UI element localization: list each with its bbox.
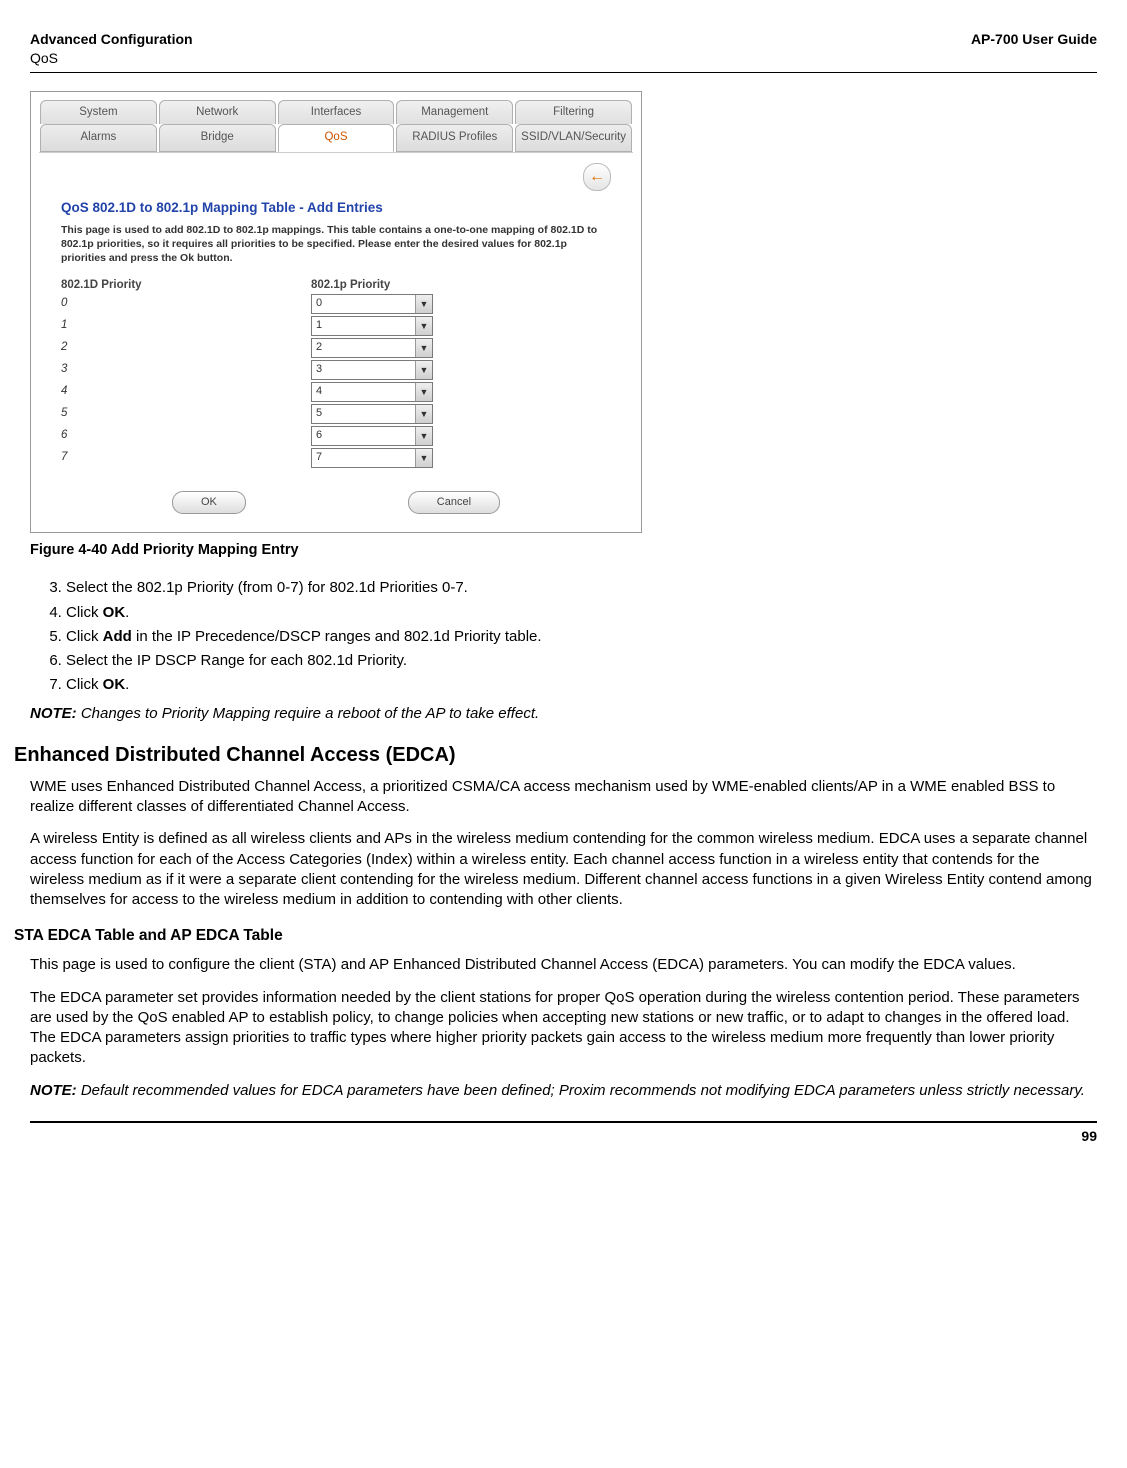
page-header: Advanced Configuration QoS AP-700 User G… xyxy=(30,30,1097,73)
table-row: 5 5▼ xyxy=(31,403,641,425)
priority-1d-label: 2 xyxy=(61,340,311,356)
figure-caption: Figure 4-40 Add Priority Mapping Entry xyxy=(30,541,1097,561)
priority-1d-label: 5 xyxy=(61,406,311,422)
note-label: NOTE: xyxy=(30,1082,77,1099)
select-value: 2 xyxy=(312,339,415,357)
priority-1d-label: 1 xyxy=(61,318,311,334)
note-label: NOTE: xyxy=(30,705,77,722)
note-1: NOTE: Changes to Priority Mapping requir… xyxy=(30,704,1097,724)
edca-paragraph-1: WME uses Enhanced Distributed Channel Ac… xyxy=(30,777,1097,818)
step-4: Click OK. xyxy=(66,601,1097,625)
step-bold: OK xyxy=(103,604,126,621)
tab-radius-profiles[interactable]: RADIUS Profiles xyxy=(396,124,513,152)
priority-1d-label: 6 xyxy=(61,428,311,444)
tabs-secondary: Alarms Bridge QoS RADIUS Profiles SSID/V… xyxy=(39,124,633,153)
step-text: Click xyxy=(66,676,103,693)
tab-filtering[interactable]: Filtering xyxy=(515,100,632,125)
select-value: 4 xyxy=(312,383,415,401)
subsection-sta-title: STA EDCA Table and AP EDCA Table xyxy=(14,926,1097,947)
col-802-1p: 802.1p Priority xyxy=(311,278,511,294)
col-802-1d: 802.1D Priority xyxy=(61,278,311,294)
table-row: 3 3▼ xyxy=(31,359,641,381)
select-value: 7 xyxy=(312,449,415,467)
priority-1p-select-2[interactable]: 2▼ xyxy=(311,338,433,358)
tab-qos[interactable]: QoS xyxy=(278,124,395,152)
note-2: NOTE: Default recommended values for EDC… xyxy=(30,1081,1097,1101)
step-text: Click xyxy=(66,628,103,645)
step-bold: Add xyxy=(103,628,132,645)
select-value: 5 xyxy=(312,405,415,423)
tab-system[interactable]: System xyxy=(40,100,157,125)
table-row: 2 2▼ xyxy=(31,337,641,359)
cancel-button[interactable]: Cancel xyxy=(408,491,500,514)
table-row: 1 1▼ xyxy=(31,315,641,337)
page-number: 99 xyxy=(30,1121,1097,1146)
tab-interfaces[interactable]: Interfaces xyxy=(278,100,395,125)
chevron-down-icon: ▼ xyxy=(415,361,432,379)
priority-1p-select-5[interactable]: 5▼ xyxy=(311,404,433,424)
table-row: 4 4▼ xyxy=(31,381,641,403)
panel-description: This page is used to add 802.1D to 802.1… xyxy=(31,223,641,278)
priority-1p-select-0[interactable]: 0▼ xyxy=(311,294,433,314)
section-edca-title: Enhanced Distributed Channel Access (EDC… xyxy=(14,742,1097,769)
priority-1p-select-1[interactable]: 1▼ xyxy=(311,316,433,336)
priority-1p-select-6[interactable]: 6▼ xyxy=(311,426,433,446)
header-guide: AP-700 User Guide xyxy=(971,30,1097,68)
back-row: ← xyxy=(31,153,641,195)
tab-bridge[interactable]: Bridge xyxy=(159,124,276,152)
header-left: Advanced Configuration QoS xyxy=(30,30,193,68)
edca-paragraph-2: A wireless Entity is defined as all wire… xyxy=(30,829,1097,910)
instruction-steps: Select the 802.1p Priority (from 0-7) fo… xyxy=(48,576,1097,697)
embedded-screenshot: System Network Interfaces Management Fil… xyxy=(30,91,642,533)
chevron-down-icon: ▼ xyxy=(415,317,432,335)
back-icon[interactable]: ← xyxy=(583,163,611,191)
select-value: 3 xyxy=(312,361,415,379)
ok-button[interactable]: OK xyxy=(172,491,246,514)
table-row: 7 7▼ xyxy=(31,447,641,469)
step-6: Select the IP DSCP Range for each 802.1d… xyxy=(66,649,1097,673)
priority-1d-label: 3 xyxy=(61,362,311,378)
chevron-down-icon: ▼ xyxy=(415,449,432,467)
tabs-primary: System Network Interfaces Management Fil… xyxy=(39,100,633,125)
note-text: Default recommended values for EDCA para… xyxy=(81,1082,1085,1099)
step-5: Click Add in the IP Precedence/DSCP rang… xyxy=(66,625,1097,649)
tab-ssid-vlan-security[interactable]: SSID/VLAN/Security xyxy=(515,124,632,152)
select-value: 1 xyxy=(312,317,415,335)
tab-network[interactable]: Network xyxy=(159,100,276,125)
step-7: Click OK. xyxy=(66,673,1097,697)
priority-1p-select-4[interactable]: 4▼ xyxy=(311,382,433,402)
select-value: 0 xyxy=(312,295,415,313)
sta-paragraph-1: This page is used to configure the clien… xyxy=(30,955,1097,975)
priority-1p-select-7[interactable]: 7▼ xyxy=(311,448,433,468)
step-3: Select the 802.1p Priority (from 0-7) fo… xyxy=(66,576,1097,600)
table-row: 6 6▼ xyxy=(31,425,641,447)
priority-1d-label: 7 xyxy=(61,450,311,466)
priority-table-header: 802.1D Priority 802.1p Priority xyxy=(31,278,641,294)
priority-1d-label: 0 xyxy=(61,296,311,312)
note-text: Changes to Priority Mapping require a re… xyxy=(81,705,539,722)
panel-title: QoS 802.1D to 802.1p Mapping Table - Add… xyxy=(31,195,641,223)
chevron-down-icon: ▼ xyxy=(415,383,432,401)
step-text: Click xyxy=(66,604,103,621)
header-title: Advanced Configuration xyxy=(30,31,193,47)
chevron-down-icon: ▼ xyxy=(415,427,432,445)
step-text: . xyxy=(125,604,129,621)
sta-paragraph-2: The EDCA parameter set provides informat… xyxy=(30,988,1097,1069)
priority-1d-label: 4 xyxy=(61,384,311,400)
tab-management[interactable]: Management xyxy=(396,100,513,125)
table-row: 0 0▼ xyxy=(31,293,641,315)
step-text: in the IP Precedence/DSCP ranges and 802… xyxy=(132,628,542,645)
button-row: OK Cancel xyxy=(31,469,641,532)
chevron-down-icon: ▼ xyxy=(415,339,432,357)
step-bold: OK xyxy=(103,676,126,693)
select-value: 6 xyxy=(312,427,415,445)
header-subtitle: QoS xyxy=(30,50,58,66)
chevron-down-icon: ▼ xyxy=(415,295,432,313)
step-text: . xyxy=(125,676,129,693)
chevron-down-icon: ▼ xyxy=(415,405,432,423)
priority-1p-select-3[interactable]: 3▼ xyxy=(311,360,433,380)
tab-alarms[interactable]: Alarms xyxy=(40,124,157,152)
